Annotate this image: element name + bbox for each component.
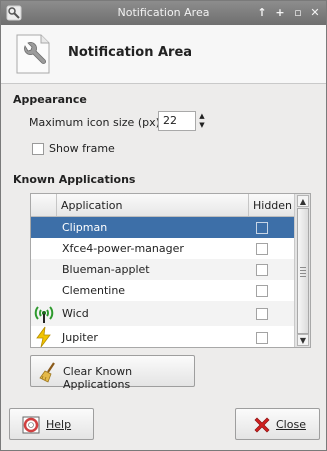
- spinner-arrows[interactable]: ▲ ▼: [198, 112, 206, 130]
- spinner-up-icon[interactable]: ▲: [198, 112, 206, 121]
- close-button[interactable]: Close: [235, 408, 320, 440]
- app-name: Clipman: [62, 221, 108, 234]
- close-window-button[interactable]: ✕: [308, 6, 322, 20]
- close-label: Close: [276, 418, 306, 431]
- table-row[interactable]: Jupiter: [31, 326, 294, 347]
- clear-known-apps-label: Clear Known Applications: [63, 365, 133, 391]
- app-name: Blueman-applet: [62, 263, 150, 276]
- known-apps-section-title: Known Applications: [13, 173, 136, 186]
- dialog-header: Notification Area: [1, 25, 326, 84]
- clear-known-apps-button[interactable]: Clear Known Applications: [30, 355, 195, 391]
- known-apps-list[interactable]: Application Hidden Clipman Xfce4-power-m…: [30, 193, 311, 348]
- max-icon-size-label: Maximum icon size (px):: [29, 116, 164, 129]
- wifi-antenna-icon: [34, 306, 54, 323]
- icon-column-header[interactable]: [31, 194, 57, 216]
- stick-button[interactable]: +: [273, 6, 287, 20]
- grip-line: [300, 273, 306, 274]
- hidden-checkbox[interactable]: [256, 222, 268, 234]
- broom-icon: [39, 362, 55, 383]
- app-name: Xfce4-power-manager: [62, 242, 184, 255]
- lightning-icon: [36, 326, 51, 347]
- hidden-checkbox[interactable]: [256, 332, 268, 344]
- list-scrollbar[interactable]: ▲ ▼: [294, 194, 310, 347]
- table-row[interactable]: Clipman: [31, 217, 294, 238]
- hidden-checkbox[interactable]: [256, 285, 268, 297]
- application-column-header[interactable]: Application: [57, 194, 249, 216]
- roll-up-button[interactable]: ↑: [255, 6, 269, 20]
- max-icon-size-spinner[interactable]: 22 ▲ ▼: [158, 111, 208, 131]
- app-name: Jupiter: [62, 331, 98, 344]
- scroll-up-icon[interactable]: ▲: [297, 195, 309, 207]
- appearance-section-title: Appearance: [13, 93, 87, 106]
- max-icon-size-input[interactable]: 22: [158, 111, 196, 131]
- grip-line: [300, 276, 306, 277]
- hidden-checkbox[interactable]: [256, 308, 268, 320]
- header-title: Notification Area: [68, 45, 193, 60]
- app-name: Wicd: [62, 307, 89, 320]
- show-frame-checkbox[interactable]: [32, 143, 44, 155]
- table-row[interactable]: Xfce4-power-manager: [31, 238, 294, 259]
- table-row[interactable]: Wicd: [31, 301, 294, 326]
- list-header: Application Hidden: [31, 194, 294, 217]
- grip-line: [300, 270, 306, 271]
- show-frame-label[interactable]: Show frame: [49, 142, 115, 155]
- hidden-column-header[interactable]: Hidden: [249, 194, 294, 216]
- hidden-checkbox[interactable]: [256, 264, 268, 276]
- scroll-down-icon[interactable]: ▼: [297, 334, 309, 346]
- scrollbar-thumb[interactable]: [297, 208, 309, 334]
- app-name: Clementine: [62, 284, 126, 297]
- help-button[interactable]: Help: [9, 408, 94, 440]
- table-row[interactable]: Blueman-applet: [31, 259, 294, 280]
- maximize-button[interactable]: ▫: [291, 6, 305, 20]
- spinner-down-icon[interactable]: ▼: [198, 121, 206, 130]
- grip-line: [300, 267, 306, 268]
- settings-wrench-icon: [16, 34, 50, 74]
- help-label: Help: [46, 418, 72, 431]
- close-x-icon: [254, 417, 270, 433]
- table-row[interactable]: Clementine: [31, 280, 294, 301]
- title-bar[interactable]: Notification Area ↑ + ▫ ✕: [1, 1, 326, 25]
- hidden-checkbox[interactable]: [256, 243, 268, 255]
- help-icon: [22, 416, 40, 434]
- settings-window: Notification Area ↑ + ▫ ✕ Notification A…: [0, 0, 327, 451]
